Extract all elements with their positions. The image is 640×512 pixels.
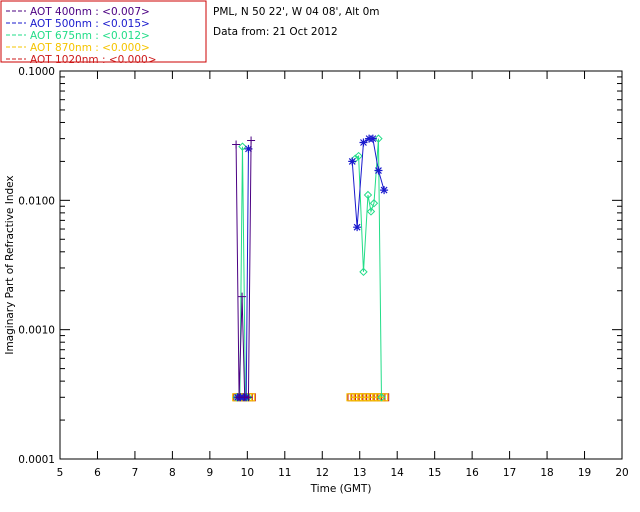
y-tick-label: 0.0010: [18, 325, 55, 337]
x-tick-label: 14: [391, 467, 405, 479]
y-tick-label: 0.1000: [18, 66, 55, 78]
x-tick-label: 19: [578, 467, 591, 479]
x-tick-label: 13: [353, 467, 366, 479]
site-label: PML, N 50 22', W 04 08', Alt 0m: [213, 6, 380, 18]
x-tick-label: 20: [615, 467, 628, 479]
legend: AOT 400nm : <0.007>AOT 500nm : <0.015>AO…: [0, 0, 207, 66]
data-point: [359, 138, 368, 147]
legend-label: AOT 1020nm : <0.000>: [30, 54, 157, 66]
data-point: [380, 186, 389, 195]
data-point: [247, 136, 256, 145]
series-3: [232, 393, 389, 402]
x-tick-label: 8: [169, 467, 176, 479]
x-tick-label: 6: [94, 467, 101, 479]
x-tick-label: 11: [278, 467, 291, 479]
data-point: [232, 140, 241, 149]
data-point: [238, 292, 247, 301]
x-axis-label: Time (GMT): [310, 483, 372, 495]
axis-tick-labels: 5 6 7 8 9 10 11 12 13 14 15 16 17 18 19 20 0.0001 0.0010 0…: [18, 66, 628, 479]
y-tick-label: 0.0001: [18, 454, 55, 466]
data-point: [368, 134, 377, 143]
x-tick-label: 5: [57, 467, 64, 479]
legend-label: AOT 400nm : <0.007>: [30, 6, 150, 18]
y-axis-label: Imaginary Part of Refractive Index: [4, 175, 16, 354]
x-tick-label: 15: [428, 467, 441, 479]
date-label: Data from: 21 Oct 2012: [213, 26, 338, 38]
series-line: [354, 138, 382, 398]
x-tick-label: 18: [540, 467, 553, 479]
legend-label: AOT 500nm : <0.015>: [30, 18, 150, 30]
series-1: [233, 134, 389, 402]
series-2: [232, 134, 386, 402]
y-tick-label: 0.0100: [18, 195, 55, 207]
data-point: [348, 157, 357, 166]
data-point: [353, 223, 362, 232]
chart: AOT 400nm : <0.007>AOT 500nm : <0.015>AO…: [0, 0, 629, 495]
legend-label: AOT 870nm : <0.000>: [30, 42, 150, 54]
data-point: [374, 166, 383, 175]
x-tick-label: 12: [316, 467, 329, 479]
series-layer: [232, 134, 390, 402]
x-tick-label: 7: [132, 467, 139, 479]
x-tick-label: 17: [503, 467, 516, 479]
x-tick-label: 9: [207, 467, 214, 479]
axis-ticks: [59, 70, 623, 460]
x-tick-label: 10: [241, 467, 254, 479]
x-tick-label: 16: [465, 467, 479, 479]
legend-label: AOT 675nm : <0.012>: [30, 30, 150, 42]
plot-area: [59, 70, 623, 460]
